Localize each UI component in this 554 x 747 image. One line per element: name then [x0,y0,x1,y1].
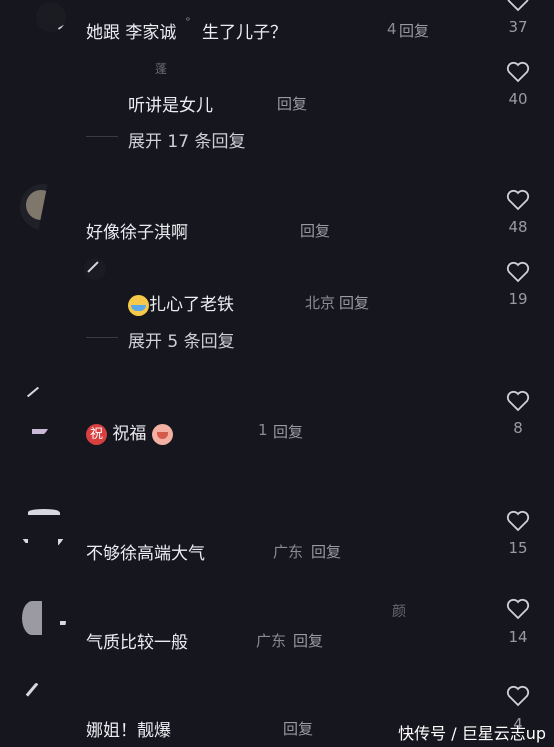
reply-button[interactable]: 回复 [293,630,323,651]
reply-button[interactable]: 回复 [311,541,341,562]
divider [86,136,118,137]
like-count: 48 [508,218,528,236]
expand-replies-label[interactable]: 展开 5 条回复 [128,327,235,352]
like-count: 37 [508,18,528,36]
comment-text: 气质比较一般 [86,633,188,653]
avatar[interactable] [20,184,66,230]
comment-text-2: 生了儿子？ [202,23,287,43]
comment-location: 1 [258,421,268,439]
watermark: 快传号 / 巨星云志up [398,724,546,743]
comment-location: 广东 [256,632,287,650]
comment-row: 不够徐高端大气 广东 回复 15 [0,505,554,575]
comment-text: 听讲是女儿 [128,96,213,116]
commenter-name: 颜 [392,604,406,620]
blessing-badge-icon: 祝 [86,423,107,445]
heart-icon[interactable] [506,261,530,283]
reply-row: 蓬 听讲是女儿 回复 40 [0,56,554,124]
avatar[interactable] [36,2,66,32]
avatar[interactable] [20,682,66,728]
like-count: 19 [508,290,528,308]
avatar[interactable] [20,505,66,551]
like-count: 40 [508,90,528,108]
reply-row: 扎心了老铁 北京 回复 19 [0,256,554,320]
expand-replies[interactable]: 展开 17 条回复 [0,124,554,152]
expand-replies[interactable]: 展开 5 条回复 [0,325,554,353]
reply-button[interactable]: 回复 [277,93,307,114]
comment-row: 好像徐子淇啊 回复 48 [0,180,554,250]
smiling-emoji-icon [151,423,173,445]
avatar[interactable] [22,387,52,437]
comment-text-content: 祝福 [112,424,147,444]
comment-location: 4 [387,20,397,38]
avatar[interactable] [84,258,106,280]
like-count: 14 [508,628,528,646]
avatar[interactable] [20,597,66,643]
expand-replies-label[interactable]: 展开 17 条回复 [128,127,245,152]
comment-text: 好像徐子淇啊 [86,223,188,243]
comment-row: 她跟 李家诚 ᵒ 生了儿子？ 4 回复 37 [0,0,554,60]
reply-button[interactable]: 回复 [273,421,303,442]
heart-icon[interactable] [506,189,530,211]
like-count: 8 [513,419,523,437]
mention-icon: ᵒ [186,16,191,27]
reply-button[interactable]: 回复 [283,718,313,739]
heart-icon[interactable] [506,510,530,532]
reply-button[interactable]: 回复 [300,220,330,241]
like-count: 15 [508,539,528,557]
comment-location: 北京 [305,294,336,312]
comment-text: 扎心了老铁 [128,290,234,316]
comment-text-content: 扎心了老铁 [149,295,234,315]
commenter-name: 蓬 [155,62,168,76]
comment-text: 娜姐！靓爆 [86,721,171,741]
heart-icon[interactable] [506,0,530,12]
comment-text: 她跟 李家诚 [86,23,177,43]
divider [86,337,118,338]
crying-emoji-icon [128,294,149,316]
comment-text: 祝 祝福 [86,419,173,445]
reply-button[interactable]: 回复 [399,20,429,41]
comment-row: 颜 气质比较一般 广东 回复 14 [0,593,554,663]
heart-icon[interactable] [506,685,530,707]
reply-button[interactable]: 回复 [339,292,369,313]
heart-icon[interactable] [506,390,530,412]
heart-icon[interactable] [506,61,530,83]
comment-row: 祝 祝福 1 回复 8 [0,385,554,455]
heart-icon[interactable] [506,598,530,620]
comment-text: 不够徐高端大气 [86,544,205,564]
comment-location: 广东 [273,543,304,561]
